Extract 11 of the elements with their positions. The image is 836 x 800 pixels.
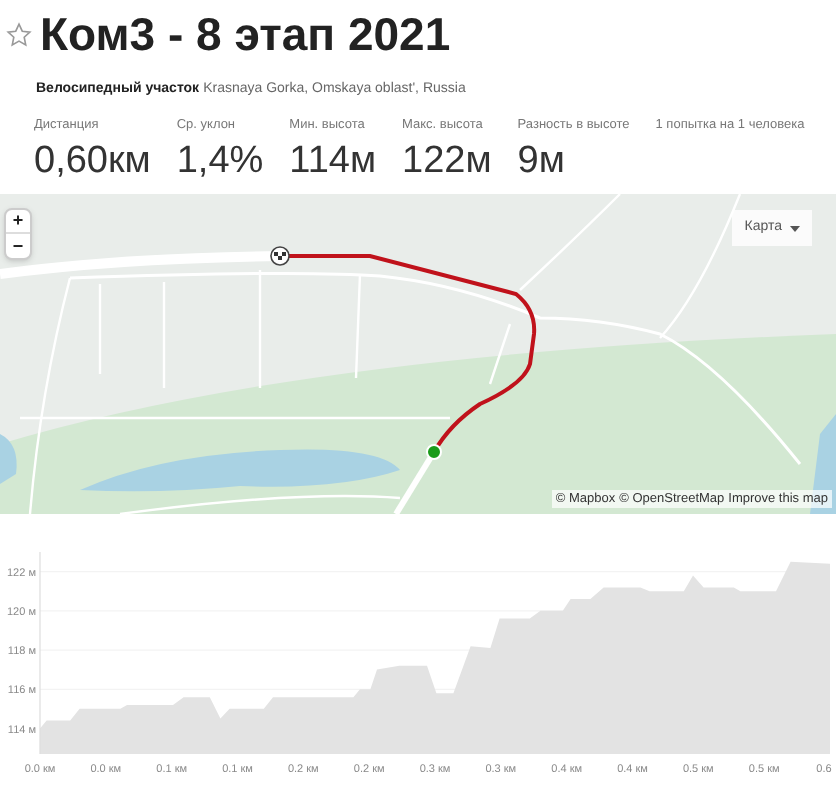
star-icon[interactable] bbox=[6, 21, 32, 47]
finish-flag-icon bbox=[270, 246, 290, 266]
stat-value: 114м bbox=[289, 138, 377, 186]
stat-value: 9м bbox=[517, 138, 567, 186]
segment-title: Ком3 - 8 этап 2021 bbox=[40, 6, 451, 62]
stat-value: 0,60км bbox=[34, 138, 151, 186]
zoom-in-button[interactable]: + bbox=[6, 210, 30, 234]
caret-icon bbox=[790, 225, 800, 231]
stat-value: 1,4% bbox=[176, 138, 264, 186]
zoom-out-button[interactable]: − bbox=[6, 234, 30, 258]
stat-value: 122м bbox=[402, 138, 492, 186]
